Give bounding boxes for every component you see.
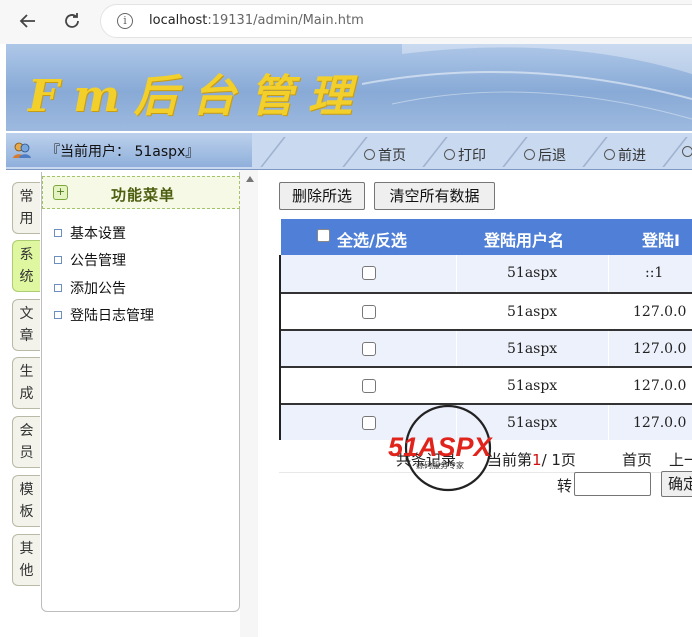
cell-ip: 127.0.0 bbox=[633, 304, 687, 320]
table-row: 51aspx 127.0.0 bbox=[281, 329, 692, 368]
goto-page-input[interactable] bbox=[574, 472, 651, 496]
nav-back[interactable]: 后退 bbox=[524, 145, 566, 167]
app-banner: Fm后台管理 bbox=[6, 44, 692, 131]
column-username: 登陆用户名 bbox=[484, 231, 565, 250]
current-user-area: 『当前用户： 51aspx』 bbox=[6, 133, 252, 167]
nav-forward[interactable]: 前进 bbox=[604, 145, 646, 167]
app-title: Fm后台管理 bbox=[28, 71, 366, 122]
bullet-icon bbox=[54, 256, 62, 264]
tab-template[interactable]: 模板 bbox=[12, 475, 40, 527]
grid-header: 全选/反选 登陆用户名 登陆I bbox=[281, 219, 692, 255]
users-icon bbox=[13, 142, 31, 158]
reload-button[interactable] bbox=[60, 9, 84, 33]
menu-item-login-log[interactable]: 登陆日志管理 bbox=[54, 305, 154, 325]
bullet-icon bbox=[54, 284, 62, 292]
bullet-icon bbox=[54, 229, 62, 237]
divider bbox=[260, 137, 286, 167]
row-checkbox[interactable] bbox=[362, 379, 376, 393]
row-checkbox[interactable] bbox=[362, 305, 376, 319]
tab-common[interactable]: 常用 bbox=[12, 182, 40, 234]
circle-icon bbox=[682, 146, 692, 157]
top-nav-bar: 『当前用户： 51aspx』 首页 打印 后退 前进 bbox=[6, 131, 692, 170]
tab-member[interactable]: 会员 bbox=[12, 416, 40, 468]
clear-all-button[interactable]: 清空所有数据 bbox=[374, 182, 495, 210]
banner-decoration bbox=[362, 44, 692, 120]
nav-home[interactable]: 首页 bbox=[364, 145, 406, 167]
menu-item-add-notice[interactable]: 添加公告 bbox=[54, 278, 126, 298]
tab-article[interactable]: 文章 bbox=[12, 299, 40, 351]
prev-page-link[interactable]: 上一 bbox=[669, 449, 692, 470]
row-checkbox[interactable] bbox=[362, 416, 376, 430]
tab-other[interactable]: 其他 bbox=[12, 534, 40, 586]
nav-print[interactable]: 打印 bbox=[444, 145, 486, 167]
confirm-button[interactable]: 确定 bbox=[661, 471, 692, 497]
column-select[interactable]: 全选/反选 bbox=[337, 227, 407, 251]
select-all-checkbox[interactable] bbox=[317, 229, 330, 242]
first-page-link[interactable]: 首页 bbox=[622, 449, 652, 470]
current-user-label: 『当前用户： 51aspx』 bbox=[46, 144, 200, 160]
back-arrow-icon bbox=[19, 14, 35, 28]
expand-icon: + bbox=[53, 185, 68, 200]
back-button[interactable] bbox=[16, 9, 40, 33]
table-row: 51aspx 127.0.0 bbox=[281, 366, 692, 403]
circle-icon bbox=[604, 149, 615, 160]
cell-username: 51aspx bbox=[507, 378, 558, 394]
watermark-text: 51ASPX bbox=[388, 432, 494, 462]
cell-ip: 127.0.0 bbox=[633, 415, 687, 431]
cell-username: 51aspx bbox=[507, 341, 558, 357]
row-checkbox[interactable] bbox=[362, 266, 376, 280]
cell-ip: 127.0.0 bbox=[633, 341, 687, 357]
function-menu-panel: + 功能菜单 基本设置 公告管理 添加公告 登陆日志管理 bbox=[41, 172, 240, 612]
menu-title: 功能菜单 bbox=[111, 186, 176, 204]
watermark-subtitle: 源码服务专家 bbox=[416, 460, 464, 470]
row-checkbox[interactable] bbox=[362, 342, 376, 356]
nav-more[interactable] bbox=[682, 145, 692, 167]
delete-selected-button[interactable]: 删除所选 bbox=[279, 182, 365, 210]
scroll-up-icon[interactable] bbox=[246, 176, 254, 182]
circle-icon bbox=[444, 149, 455, 160]
cell-ip: 127.0.0 bbox=[633, 378, 687, 394]
circle-icon bbox=[364, 149, 375, 160]
panel-splitter[interactable] bbox=[240, 170, 258, 637]
tab-generate[interactable]: 生成 bbox=[12, 357, 40, 409]
cell-username: 51aspx bbox=[507, 415, 558, 431]
cell-username: 51aspx bbox=[507, 265, 558, 281]
tab-system[interactable]: 系统 bbox=[12, 240, 40, 292]
bullet-icon bbox=[54, 311, 62, 319]
menu-header[interactable]: + 功能菜单 bbox=[42, 176, 240, 209]
menu-item-notice-management[interactable]: 公告管理 bbox=[54, 250, 126, 270]
circle-icon bbox=[524, 149, 535, 160]
column-login-ip: 登陆I bbox=[642, 231, 680, 250]
cell-username: 51aspx bbox=[507, 304, 558, 320]
info-icon[interactable]: i bbox=[117, 13, 133, 29]
watermark-logo: 51ASPX 源码服务专家 bbox=[388, 404, 494, 492]
cell-ip: ::1 bbox=[645, 265, 664, 281]
goto-label: 转 bbox=[557, 477, 573, 495]
table-row: 51aspx 127.0.0 bbox=[281, 292, 692, 329]
table-row: 51aspx ::1 bbox=[281, 255, 692, 292]
url-text: localhost:19131/admin/Main.htm bbox=[149, 13, 364, 28]
menu-item-basic-settings[interactable]: 基本设置 bbox=[54, 223, 126, 243]
reload-icon bbox=[65, 13, 79, 28]
browser-toolbar: i localhost:19131/admin/Main.htm bbox=[0, 0, 692, 44]
address-bar[interactable]: i localhost:19131/admin/Main.htm bbox=[100, 4, 692, 38]
